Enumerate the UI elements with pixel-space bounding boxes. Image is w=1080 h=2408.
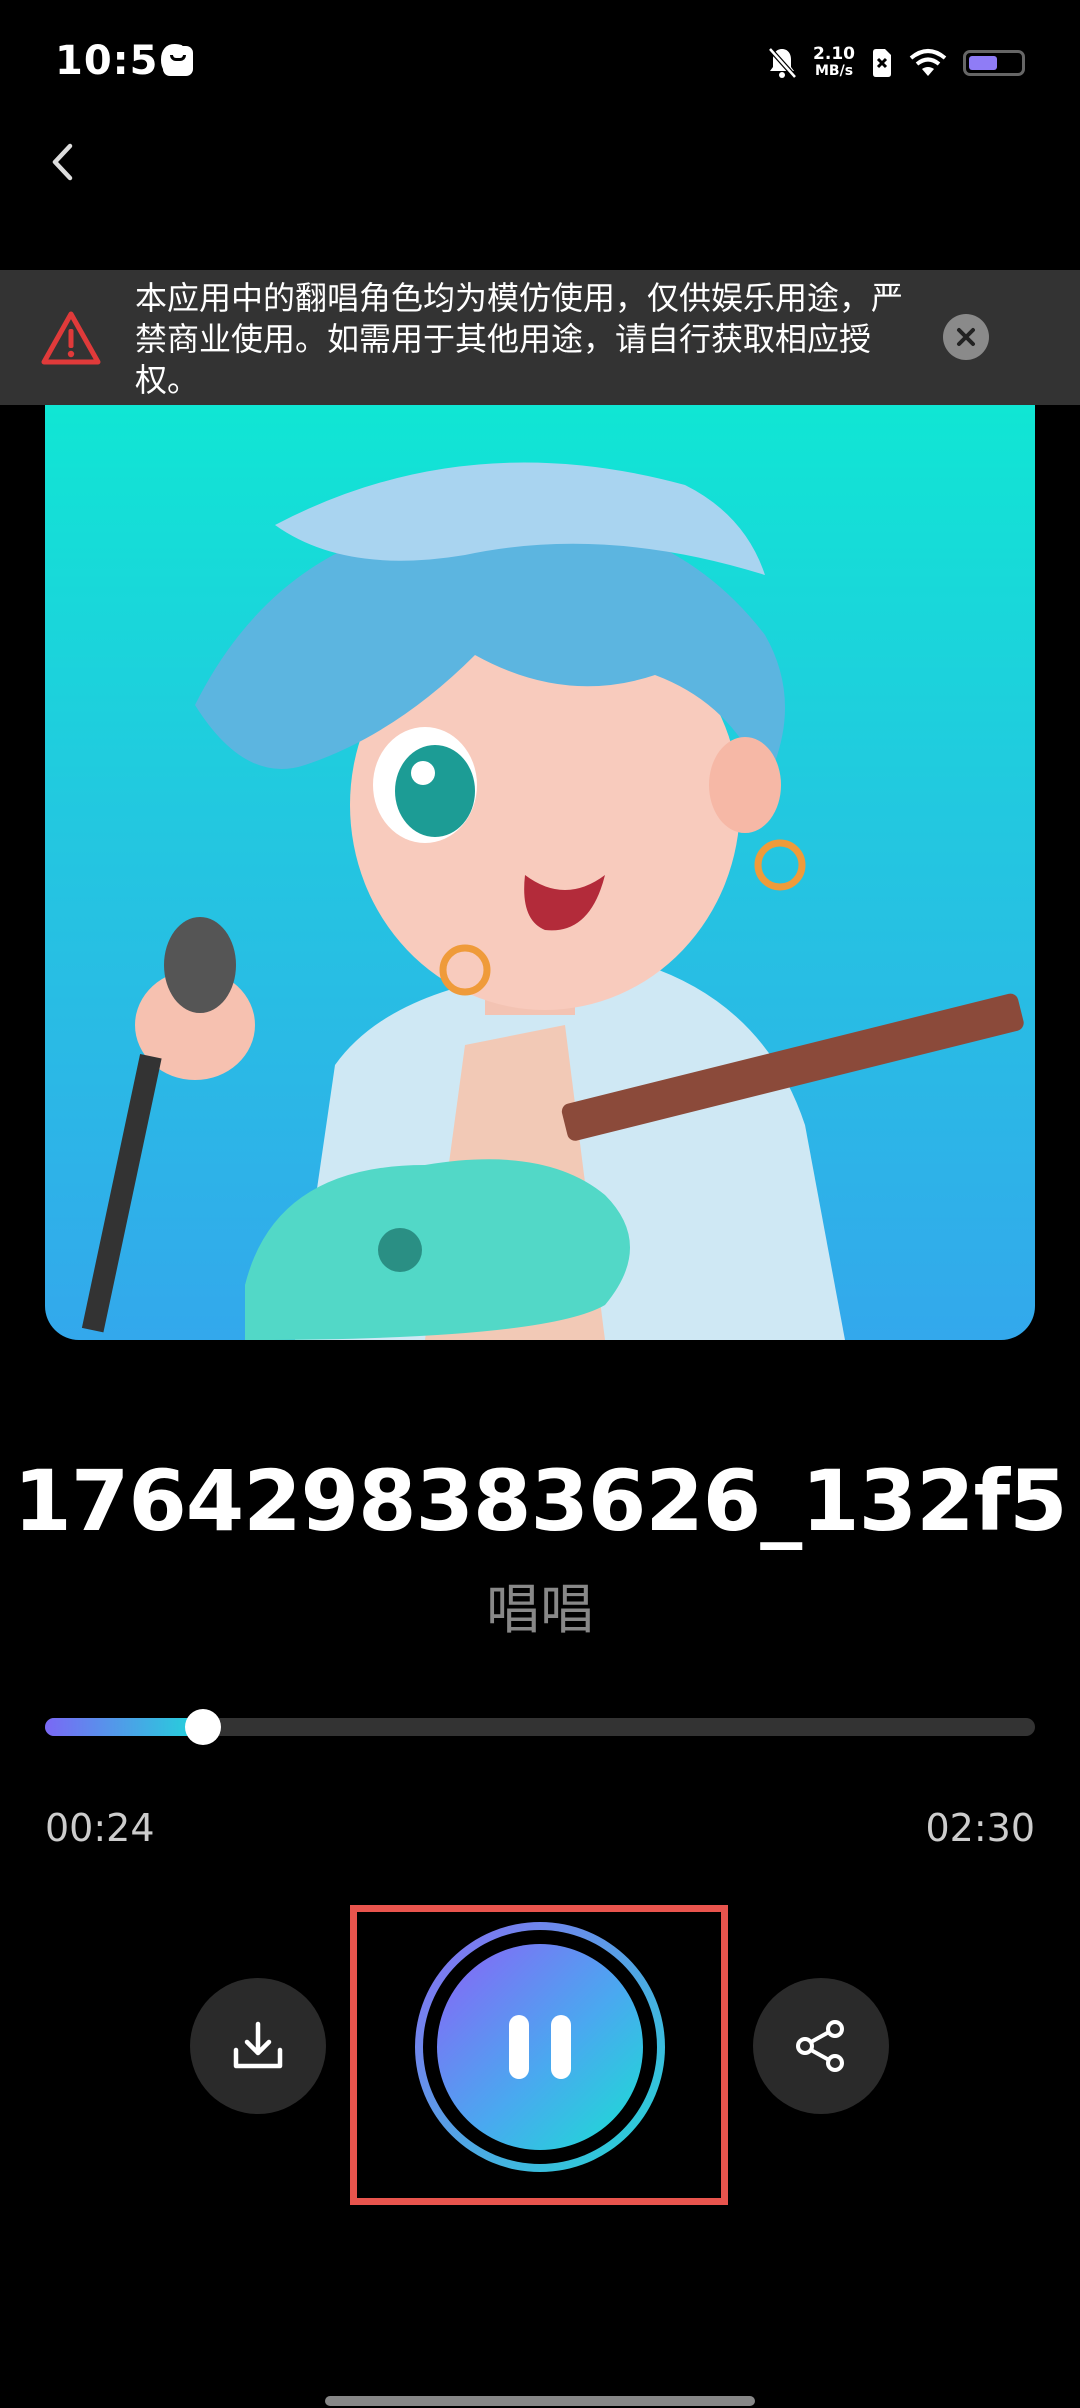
status-bar: 10:56 2.10 MB/s <box>0 0 1080 125</box>
song-artist: 唱唱 <box>486 1578 594 1641</box>
home-indicator[interactable] <box>325 2396 755 2406</box>
mute-bell-icon <box>768 47 797 79</box>
disclaimer-text: 本应用中的翻唱角色均为模仿使用，仅供娱乐用途，严禁商业使用。如需用于其他用途，请… <box>135 279 904 399</box>
battery-level <box>969 56 997 70</box>
warning-icon <box>41 311 101 365</box>
share-button[interactable] <box>753 1978 889 2114</box>
back-button[interactable] <box>40 132 84 192</box>
total-time: 02:30 <box>925 1806 1035 1850</box>
progress-played <box>45 1718 204 1736</box>
network-speed-value: 2.10 <box>813 44 855 64</box>
current-time: 00:24 <box>45 1806 155 1850</box>
progress-slider[interactable] <box>45 1709 1035 1745</box>
share-icon <box>796 2020 844 2072</box>
wifi-icon <box>909 49 947 76</box>
album-cover <box>45 405 1035 1340</box>
status-icons: 2.10 MB/s <box>767 40 1025 86</box>
song-title: 1764298383626_132f5 <box>13 1452 1067 1550</box>
download-button[interactable] <box>190 1978 326 2114</box>
close-notice-button[interactable] <box>943 314 989 360</box>
battery-icon <box>963 50 1025 76</box>
network-speed: 2.10 MB/s <box>813 46 855 80</box>
download-icon <box>233 2021 283 2069</box>
message-notification-icon <box>163 46 193 76</box>
back-arrow-icon <box>52 143 73 181</box>
no-sim-icon <box>873 49 891 77</box>
highlight-box <box>350 1905 728 2205</box>
close-icon <box>957 328 975 346</box>
disclaimer-banner: 本应用中的翻唱角色均为模仿使用，仅供娱乐用途，严禁商业使用。如需用于其他用途，请… <box>0 270 1080 405</box>
network-speed-unit: MB/s <box>814 63 854 79</box>
progress-thumb[interactable] <box>185 1709 222 1745</box>
singer-illustration <box>81 462 1024 1340</box>
